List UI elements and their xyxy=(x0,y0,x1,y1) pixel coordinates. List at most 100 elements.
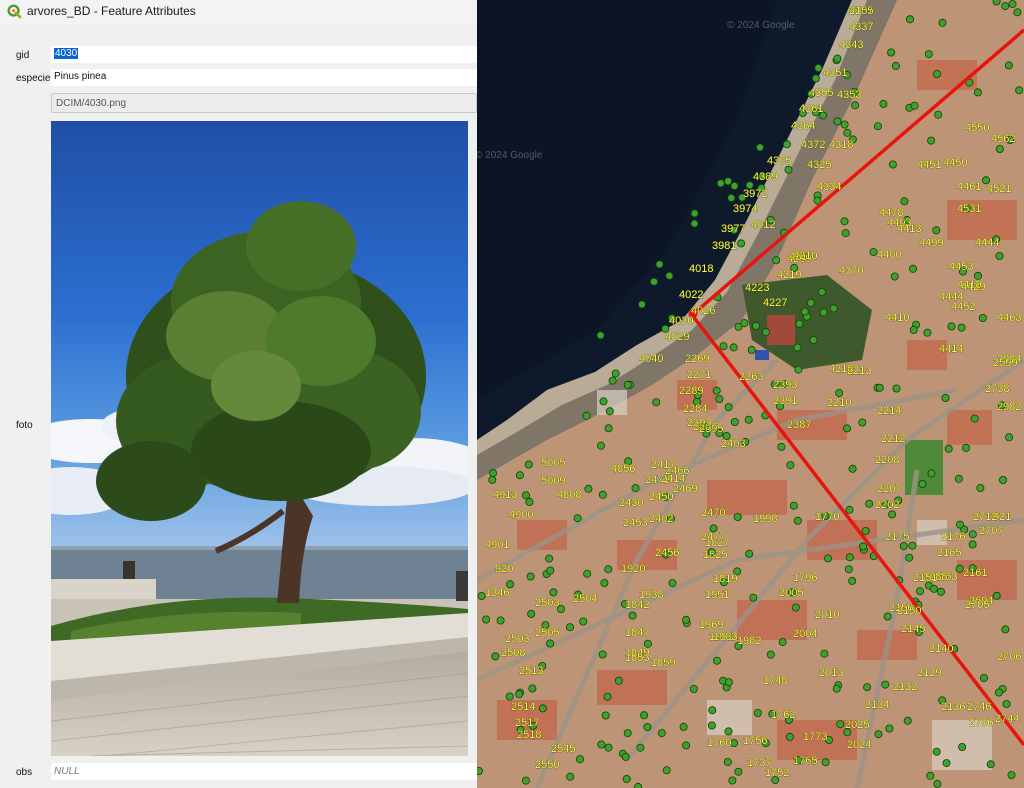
tree-point[interactable] xyxy=(836,720,845,729)
tree-point[interactable] xyxy=(918,479,927,488)
tree-point[interactable] xyxy=(840,120,849,129)
tree-point[interactable] xyxy=(622,775,631,784)
tree-point[interactable] xyxy=(579,617,588,626)
tree-point[interactable] xyxy=(879,99,888,108)
tree-point[interactable] xyxy=(637,300,646,309)
tree-point[interactable] xyxy=(955,520,964,529)
tree-point[interactable] xyxy=(888,160,897,169)
tree-point[interactable] xyxy=(584,484,593,493)
window-titlebar[interactable]: arvores_BD - Feature Attributes xyxy=(0,0,477,24)
tree-point[interactable] xyxy=(734,767,743,776)
tree-point[interactable] xyxy=(724,403,733,412)
tree-point[interactable] xyxy=(600,579,609,588)
tree-point[interactable] xyxy=(973,88,982,97)
tree-point[interactable] xyxy=(887,48,896,57)
tree-point[interactable] xyxy=(954,474,963,483)
tree-point[interactable] xyxy=(1015,86,1024,95)
tree-point[interactable] xyxy=(597,441,606,450)
tree-point[interactable] xyxy=(924,50,933,59)
tree-point[interactable] xyxy=(845,505,854,514)
tree-point[interactable] xyxy=(723,758,732,767)
tree-point[interactable] xyxy=(841,229,850,238)
tree-point[interactable] xyxy=(527,609,536,618)
tree-point[interactable] xyxy=(515,471,524,480)
tree-point[interactable] xyxy=(727,193,736,202)
tree-point[interactable] xyxy=(793,516,802,525)
tree-point[interactable] xyxy=(916,587,925,596)
tree-point[interactable] xyxy=(908,541,917,550)
tree-point[interactable] xyxy=(842,424,851,433)
tree-point[interactable] xyxy=(891,61,900,70)
tree-point[interactable] xyxy=(890,272,899,281)
especie-field[interactable]: Pinus pinea xyxy=(51,69,477,86)
tree-point[interactable] xyxy=(657,729,666,738)
tree-point[interactable] xyxy=(753,709,762,718)
tree-point[interactable] xyxy=(740,319,749,328)
tree-point[interactable] xyxy=(968,530,977,539)
tree-point[interactable] xyxy=(794,365,803,374)
tree-point[interactable] xyxy=(819,308,828,317)
tree-point[interactable] xyxy=(873,122,882,131)
tree-point[interactable] xyxy=(833,117,842,126)
tree-point[interactable] xyxy=(903,716,912,725)
tree-point[interactable] xyxy=(947,322,956,331)
tree-point[interactable] xyxy=(832,684,841,693)
tree-point[interactable] xyxy=(546,566,555,575)
tree-point[interactable] xyxy=(848,576,857,585)
tree-point[interactable] xyxy=(859,542,868,551)
tree-point[interactable] xyxy=(817,287,826,296)
tree-point[interactable] xyxy=(782,140,791,149)
tree-point[interactable] xyxy=(488,475,497,484)
tree-point[interactable] xyxy=(851,101,860,110)
tree-point[interactable] xyxy=(566,623,575,632)
tree-point[interactable] xyxy=(968,540,977,549)
tree-point[interactable] xyxy=(491,652,500,661)
tree-point[interactable] xyxy=(900,197,909,206)
tree-point[interactable] xyxy=(835,389,844,398)
tree-point[interactable] xyxy=(649,277,658,286)
tree-point[interactable] xyxy=(598,490,607,499)
tree-point[interactable] xyxy=(545,554,554,563)
tree-point[interactable] xyxy=(737,239,746,248)
tree-point[interactable] xyxy=(573,514,582,523)
tree-point[interactable] xyxy=(728,776,737,785)
tree-point[interactable] xyxy=(643,723,652,732)
tree-point[interactable] xyxy=(608,376,617,385)
tree-point[interactable] xyxy=(874,730,883,739)
tree-point[interactable] xyxy=(809,335,818,344)
tree-point[interactable] xyxy=(936,587,945,596)
tree-point[interactable] xyxy=(1002,700,1011,709)
tree-point[interactable] xyxy=(995,144,1004,153)
tree-point[interactable] xyxy=(881,680,890,689)
tree-point[interactable] xyxy=(755,143,764,152)
tree-point[interactable] xyxy=(482,615,491,624)
tree-point[interactable] xyxy=(621,752,630,761)
obs-field[interactable]: NULL xyxy=(51,763,477,780)
tree-point[interactable] xyxy=(662,766,671,775)
tree-point[interactable] xyxy=(604,424,613,433)
tree-point[interactable] xyxy=(747,345,756,354)
tree-point[interactable] xyxy=(970,414,979,423)
tree-point[interactable] xyxy=(744,415,753,424)
tree-point[interactable] xyxy=(679,722,688,731)
tree-point[interactable] xyxy=(772,256,781,265)
tree-point[interactable] xyxy=(1013,8,1022,17)
tree-point[interactable] xyxy=(888,510,897,519)
tree-point[interactable] xyxy=(905,553,914,562)
tree-point[interactable] xyxy=(614,676,623,685)
tree-point[interactable] xyxy=(733,513,742,522)
tree-point[interactable] xyxy=(934,110,943,119)
tree-point[interactable] xyxy=(863,683,872,692)
tree-point[interactable] xyxy=(791,603,800,612)
foto-path-field[interactable]: DCIM/4030.png xyxy=(51,93,477,113)
tree-point[interactable] xyxy=(1004,61,1013,70)
tree-point[interactable] xyxy=(979,674,988,683)
tree-point[interactable] xyxy=(546,639,555,648)
tree-point[interactable] xyxy=(601,711,610,720)
tree-point[interactable] xyxy=(858,418,867,427)
tree-point[interactable] xyxy=(1007,771,1016,780)
tree-point[interactable] xyxy=(745,549,754,558)
tree-point[interactable] xyxy=(566,772,575,781)
tree-point[interactable] xyxy=(820,649,829,658)
tree-point[interactable] xyxy=(784,165,793,174)
